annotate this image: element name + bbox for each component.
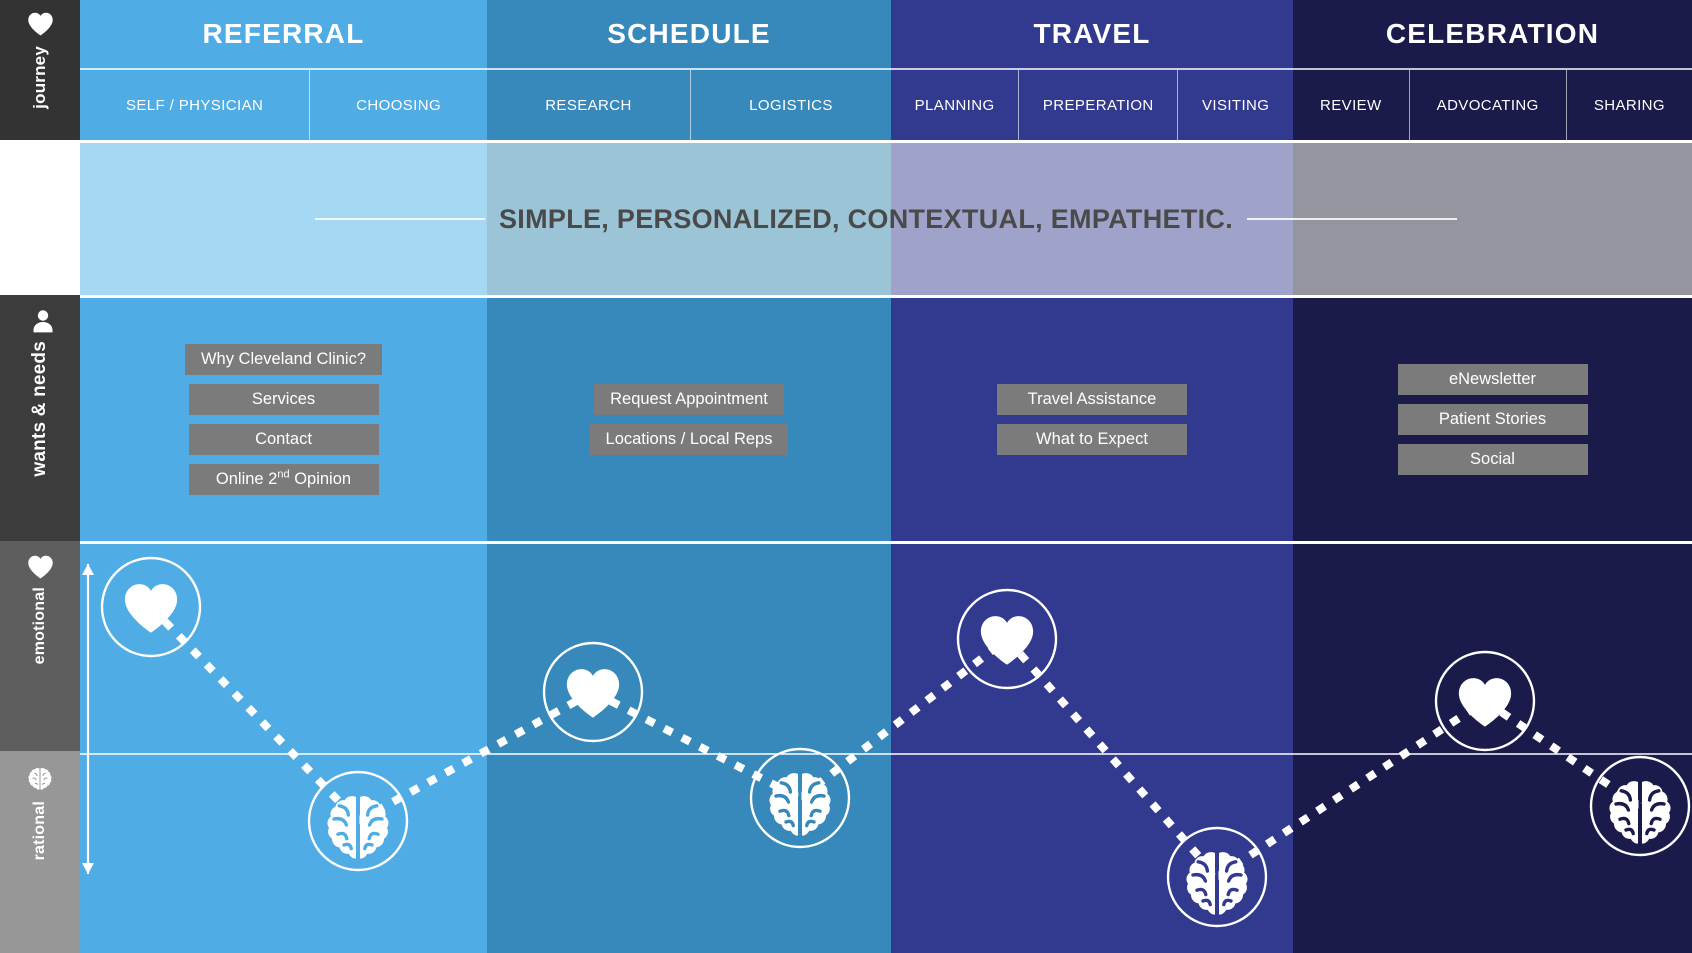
- phase-title: CELEBRATION: [1385, 18, 1600, 49]
- stage-preperation[interactable]: PREPERATION: [1018, 70, 1177, 140]
- chip-online-2nd-opinion[interactable]: Online 2nd Opinion: [188, 463, 379, 495]
- heart-icon: [27, 12, 53, 36]
- stage-self-physician[interactable]: SELF / PHYSICIAN: [80, 70, 309, 140]
- brain-icon: [769, 773, 831, 836]
- brain-icon: [1186, 852, 1248, 915]
- chip-what-to-expect[interactable]: What to Expect: [997, 424, 1187, 455]
- journey-map: journey wants & needs emotional rational…: [0, 0, 1692, 953]
- chip-social[interactable]: Social: [1397, 443, 1588, 475]
- stage-choosing[interactable]: CHOOSING: [309, 70, 487, 140]
- chip-locations-local-reps[interactable]: Locations / Local Reps: [589, 424, 789, 455]
- rail-rational: rational: [0, 751, 80, 953]
- journey-node-emotional-research[interactable]: [542, 641, 644, 743]
- journey-node-rational-preperation[interactable]: [1166, 826, 1268, 928]
- journey-node-emotional-planning[interactable]: [956, 588, 1058, 690]
- chip-travel-assistance[interactable]: Travel Assistance: [997, 384, 1187, 415]
- wants-column-celebration: eNewsletter Patient Stories Social: [1293, 298, 1692, 541]
- tagline-rule-left: [314, 218, 485, 220]
- stage-visiting[interactable]: VISITING: [1177, 70, 1293, 140]
- rail-spacer: [0, 140, 80, 295]
- person-icon: [33, 310, 53, 333]
- phase-title: TRAVEL: [1033, 18, 1151, 49]
- rail-rational-label: rational: [31, 801, 48, 861]
- phase-header: REFERRAL SELF / PHYSICIAN CHOOSING SCHEDULE…: [80, 0, 1692, 140]
- phase-column-schedule[interactable]: SCHEDULE RESEARCH LOGISTICS: [487, 0, 891, 140]
- wants-column-schedule: Request Appointment Locations / Local Rep…: [487, 298, 891, 541]
- stage-planning[interactable]: PLANNING: [891, 70, 1018, 140]
- brain-icon: [327, 796, 389, 859]
- chip-enewsletter[interactable]: eNewsletter: [1397, 364, 1588, 396]
- phase-title: SCHEDULE: [607, 18, 771, 49]
- stage-research[interactable]: RESEARCH: [487, 70, 690, 140]
- wants-needs-row: Why Cleveland Clinic? Services Contact Onli…: [80, 295, 1692, 541]
- chip-services[interactable]: Services: [188, 384, 379, 415]
- stage-logistics[interactable]: LOGISTICS: [689, 70, 891, 140]
- vertical-axis-arrow: [82, 564, 94, 874]
- heart-icon: [566, 669, 620, 718]
- tagline-text: SIMPLE, PERSONALIZED, CONTEXTUAL, EMPATH…: [498, 203, 1234, 234]
- rail-journey: journey: [0, 0, 80, 140]
- chip-why-cleveland-clinic[interactable]: Why Cleveland Clinic?: [184, 344, 383, 376]
- tagline-rule-right: [1247, 218, 1458, 220]
- phase-column-celebration[interactable]: CELEBRATION REVIEW ADVOCATING SHARING: [1293, 0, 1692, 140]
- stage-row: RESEARCH LOGISTICS: [487, 68, 891, 140]
- stage-row: PLANNING PREPERATION VISITING: [891, 68, 1293, 140]
- stage-row: SELF / PHYSICIAN CHOOSING: [80, 68, 487, 140]
- phase-column-referral[interactable]: REFERRAL SELF / PHYSICIAN CHOOSING: [80, 0, 487, 140]
- rail-emotional-label: emotional: [31, 587, 48, 665]
- wants-column-travel: Travel Assistance What to Expect: [891, 298, 1293, 541]
- chip-list: Request Appointment Locations / Local Rep…: [487, 298, 891, 541]
- rail-wants-needs: wants & needs: [0, 295, 80, 541]
- chart-svg: [80, 556, 1692, 928]
- emotional-rational-chart: [80, 541, 1692, 953]
- chip-request-appointment[interactable]: Request Appointment: [594, 384, 784, 415]
- heart-icon: [27, 555, 53, 579]
- chip-patient-stories[interactable]: Patient Stories: [1397, 404, 1588, 435]
- chip-list: eNewsletter Patient Stories Social: [1293, 298, 1692, 541]
- journey-node-rational-sharing[interactable]: [1589, 755, 1691, 857]
- phase-title: REFERRAL: [202, 18, 365, 49]
- chip-list: Why Cleveland Clinic? Services Contact Onli…: [80, 298, 487, 541]
- rail-emotional: emotional: [0, 541, 80, 751]
- rail-journey-label: journey: [30, 46, 49, 109]
- stage-review[interactable]: REVIEW: [1293, 70, 1409, 140]
- stage-sharing[interactable]: SHARING: [1565, 70, 1692, 140]
- phase-column-travel[interactable]: TRAVEL PLANNING PREPERATION VISITING: [891, 0, 1293, 140]
- journey-node-emotional-advocating[interactable]: [1434, 650, 1536, 752]
- chip-contact[interactable]: Contact: [188, 424, 379, 455]
- stage-row: REVIEW ADVOCATING SHARING: [1293, 68, 1692, 140]
- wants-column-referral: Why Cleveland Clinic? Services Contact Onli…: [80, 298, 487, 541]
- stage-advocating[interactable]: ADVOCATING: [1408, 70, 1566, 140]
- journey-node-emotional-self-physician[interactable]: [100, 556, 202, 658]
- journey-node-rational-logistics[interactable]: [749, 747, 851, 849]
- tagline-band: SIMPLE, PERSONALIZED, CONTEXTUAL, EMPATH…: [80, 140, 1692, 295]
- heart-icon: [1458, 678, 1512, 727]
- chip-list: Travel Assistance What to Expect: [891, 298, 1293, 541]
- journey-node-rational-choosing[interactable]: [307, 770, 409, 872]
- brain-icon: [28, 767, 52, 790]
- brain-icon: [1609, 781, 1671, 844]
- rail-wants-label: wants & needs: [29, 341, 50, 477]
